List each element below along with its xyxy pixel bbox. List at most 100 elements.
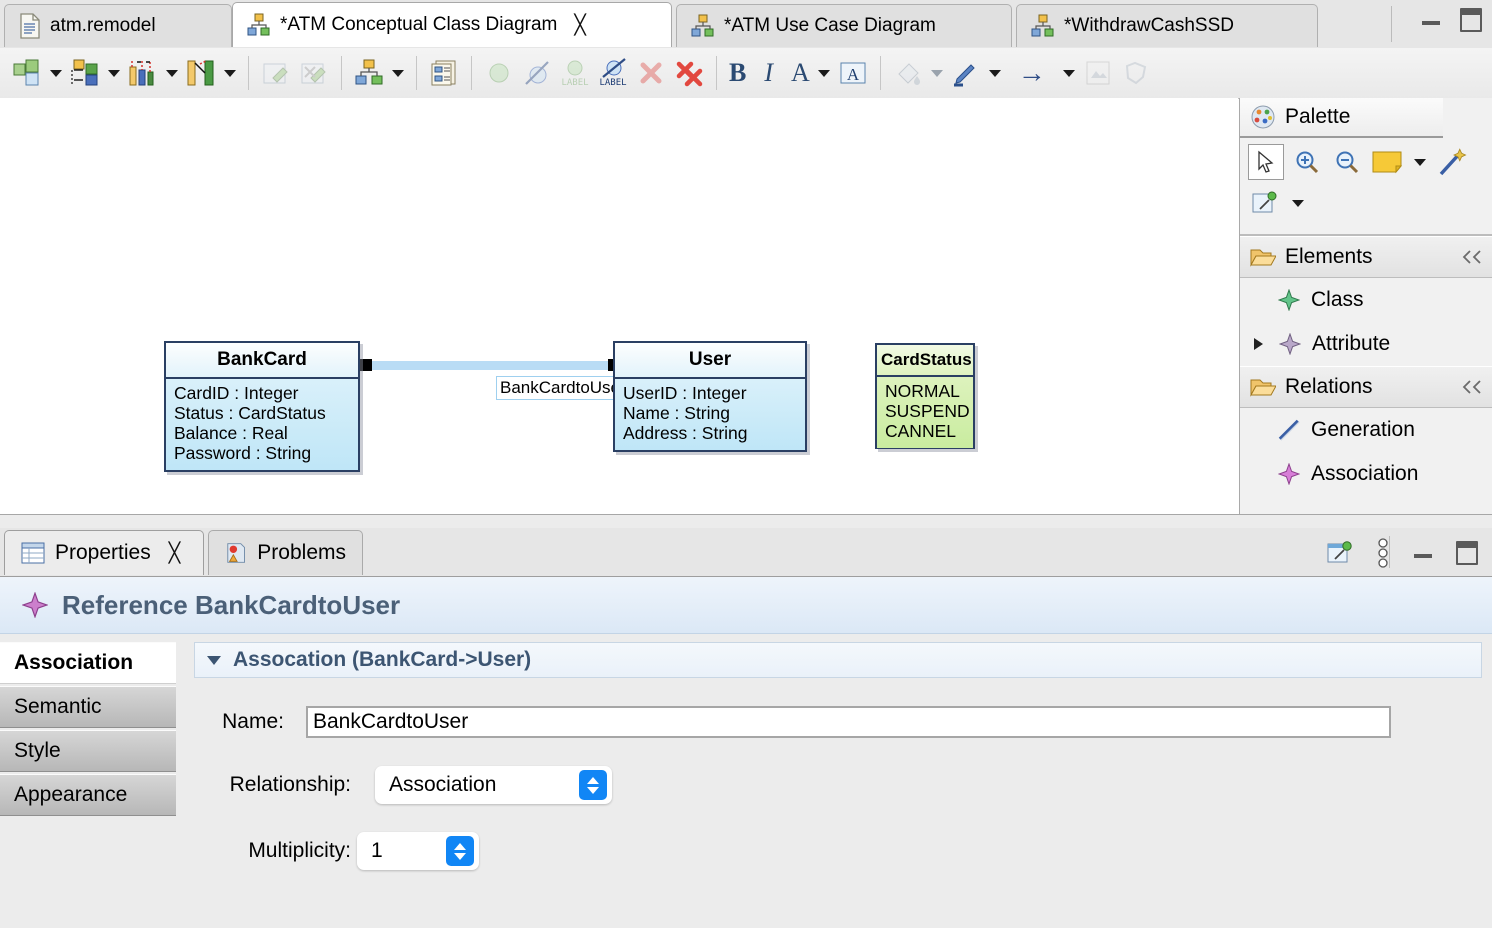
line-color-button[interactable] (947, 53, 985, 93)
text-style-icon: A (840, 62, 866, 84)
palette-item-class[interactable]: Class (1240, 278, 1492, 322)
editor-tab-atm-use-case-diagram[interactable]: *ATM Use Case Diagram (676, 4, 1012, 47)
edit-pin-button (257, 53, 295, 93)
font-color-button[interactable]: A (787, 53, 814, 93)
minimize-view-button[interactable] (1412, 542, 1434, 564)
palette-panel: Palette Elements Class Attribute Relatio… (1239, 98, 1492, 514)
edge-handle-source[interactable] (360, 359, 372, 371)
ruler-button[interactable] (124, 53, 162, 93)
line-color-dropdown-icon[interactable] (988, 69, 1001, 77)
palette-item-label: Association (1311, 462, 1419, 485)
palette-section-elements[interactable]: Elements (1240, 236, 1492, 278)
bold-button[interactable]: B (725, 53, 750, 93)
delete-all-button[interactable] (670, 53, 708, 93)
form-section-header[interactable]: Assocation (BankCard->User) (194, 642, 1482, 678)
editor-tab-atm-remodel[interactable]: atm.remodel (4, 4, 232, 47)
palette-item-attribute[interactable]: Attribute (1240, 322, 1492, 366)
copy-layout-button[interactable] (425, 53, 463, 93)
collapse-icon[interactable] (1461, 379, 1483, 395)
collapse-icon[interactable] (1461, 249, 1483, 265)
arrange-button[interactable] (66, 53, 104, 93)
palette-item-association[interactable]: Association (1240, 452, 1492, 496)
enum-node-cardstatus[interactable]: CardStatus NORMAL SUSPEND CANNEL (875, 343, 975, 449)
properties-tab-bar: Properties ╳ Problems (0, 528, 1492, 577)
relationship-value: Association (389, 773, 497, 796)
italic-button[interactable]: I (750, 53, 787, 93)
expand-twisty-icon[interactable] (1254, 338, 1263, 350)
editor-tab-label: atm.remodel (50, 15, 156, 36)
note-tool[interactable] (1370, 145, 1404, 179)
chevron-down-icon[interactable] (207, 655, 221, 665)
multiplicity-select[interactable]: 1 (357, 832, 479, 870)
view-tab-problems[interactable]: Problems (208, 530, 363, 575)
association-edge[interactable] (366, 361, 616, 370)
new-element-button[interactable] (8, 53, 46, 93)
align-button[interactable] (182, 53, 220, 93)
hide-label-button[interactable]: LABEL (594, 53, 632, 93)
side-tab-label: Association (14, 651, 134, 674)
hierarchy-button[interactable] (350, 53, 388, 93)
view-tab-properties[interactable]: Properties ╳ (4, 530, 204, 575)
properties-side-tabs: Association Semantic Style Appearance (0, 634, 176, 928)
bold-icon: B (729, 58, 747, 87)
font-dropdown-icon[interactable] (817, 69, 830, 77)
attribute-row: Status : CardStatus (174, 403, 326, 423)
arrange-icon (71, 59, 98, 86)
maximize-button[interactable] (1460, 8, 1482, 32)
editor-tab-withdrawcashssd[interactable]: *WithdrawCashSSD (1016, 4, 1318, 47)
problems-icon (227, 543, 245, 563)
palette-section-relations[interactable]: Relations (1240, 366, 1492, 408)
side-tab-label: Style (14, 739, 61, 762)
line-tool[interactable] (1436, 145, 1470, 179)
ruler-icon (129, 61, 154, 86)
note-dropdown-icon[interactable] (1414, 158, 1426, 166)
name-input[interactable]: BankCardtoUser (306, 706, 1391, 738)
main-toolbar: LABEL LABEL B I A A → (0, 48, 1492, 99)
zoom-out-tool[interactable] (1330, 145, 1364, 179)
arrow-style-button[interactable]: → (1005, 53, 1059, 93)
arrange-dropdown-icon[interactable] (108, 69, 120, 77)
italic-icon: I (764, 58, 774, 87)
class-name: User (615, 343, 805, 379)
enum-name: CardStatus (877, 345, 973, 377)
diagram-canvas[interactable]: BankCardtoUser:1 BankCard CardID : Integ… (0, 98, 1238, 514)
side-tab-style[interactable]: Style (0, 730, 176, 772)
close-icon[interactable]: ╳ (574, 16, 585, 35)
chevron-updown-icon[interactable] (446, 836, 474, 866)
properties-table-icon (21, 542, 45, 564)
font-icon: A (791, 58, 810, 87)
pin-dropdown-icon[interactable] (1292, 199, 1304, 207)
palette-item-generation[interactable]: Generation (1240, 408, 1492, 452)
side-tab-appearance[interactable]: Appearance (0, 774, 176, 816)
name-label: Name: (222, 710, 284, 733)
ruler-dropdown-icon[interactable] (166, 69, 178, 77)
maximize-view-button[interactable] (1456, 541, 1478, 565)
hierarchy-dropdown-icon[interactable] (392, 69, 404, 77)
palette-section-label: Elements (1285, 245, 1373, 268)
enum-literals: NORMAL SUSPEND CANNEL (877, 377, 973, 448)
attribute-row: Password : String (174, 443, 312, 463)
relationship-select[interactable]: Association (375, 766, 612, 804)
class-node-bankcard[interactable]: BankCard CardID : Integer Status : CardS… (164, 341, 360, 472)
page-title: Reference BankCardtoUser (62, 589, 401, 620)
properties-view: Properties ╳ Problems Reference BankCard… (0, 528, 1492, 928)
side-tab-association[interactable]: Association (0, 642, 176, 684)
chevron-updown-icon[interactable] (579, 770, 607, 800)
class-node-user[interactable]: User UserID : Integer Name : String Addr… (613, 341, 807, 452)
arrow-style-dropdown-icon[interactable] (1062, 69, 1075, 77)
pin-icon[interactable] (1326, 540, 1354, 566)
close-icon[interactable]: ╳ (169, 544, 180, 563)
select-tool[interactable] (1248, 144, 1284, 180)
palette-icon (1251, 105, 1275, 129)
vertical-dots-icon[interactable] (1376, 538, 1390, 568)
pin-tool[interactable] (1248, 186, 1282, 220)
pin-image-icon (1252, 191, 1277, 213)
side-tab-semantic[interactable]: Semantic (0, 686, 176, 728)
text-style-button[interactable]: A (834, 53, 872, 93)
align-dropdown-icon[interactable] (224, 69, 236, 77)
hide-node-button (518, 53, 556, 93)
editor-tab-atm-conceptual-class-diagram[interactable]: *ATM Conceptual Class Diagram ╳ (232, 2, 672, 47)
minimize-button[interactable] (1420, 9, 1442, 31)
zoom-in-tool[interactable] (1290, 145, 1324, 179)
new-element-dropdown-icon[interactable] (50, 69, 62, 77)
